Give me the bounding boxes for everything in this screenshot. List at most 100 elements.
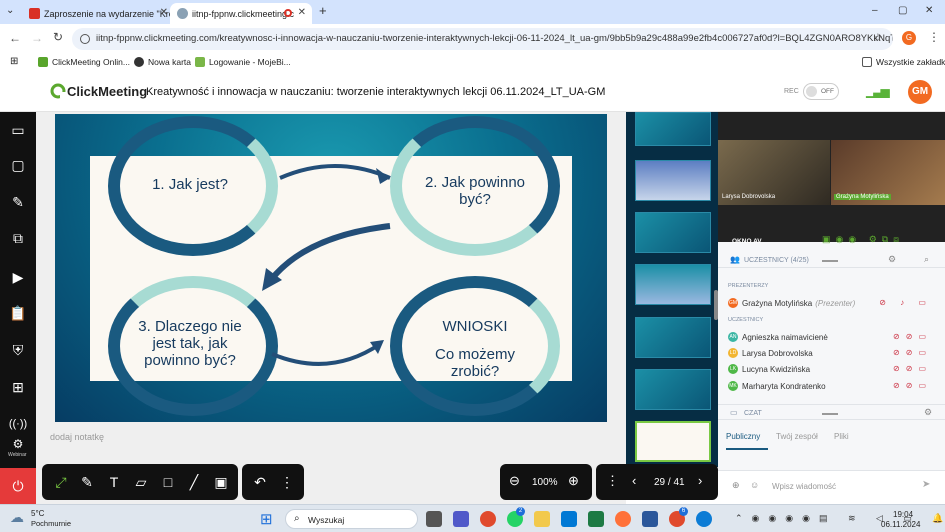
search-icon[interactable]: ⌕ bbox=[924, 254, 929, 265]
menu-icon[interactable]: ☰ bbox=[8, 85, 28, 105]
tab-files[interactable]: Pliki bbox=[834, 432, 849, 441]
excel-icon[interactable] bbox=[588, 511, 604, 527]
webinar-icon[interactable]: ⚙ bbox=[8, 434, 28, 454]
thumbnail[interactable] bbox=[635, 160, 711, 201]
participant-controls[interactable]: ⊘⊘▭ bbox=[893, 364, 932, 373]
zoom-out-icon[interactable]: ⊖ bbox=[509, 474, 520, 488]
firefox-icon[interactable] bbox=[615, 511, 631, 527]
chat-input[interactable]: Wpisz wiadomość bbox=[772, 482, 836, 491]
participant-row[interactable]: LD Larysa Dobrovolska ⊘⊘▭ bbox=[728, 346, 938, 360]
app-icon[interactable] bbox=[696, 511, 712, 527]
prev-page-icon[interactable]: ‹ bbox=[632, 474, 636, 488]
broadcast-icon[interactable]: ((·)) bbox=[8, 414, 28, 434]
teams-icon[interactable] bbox=[453, 511, 469, 527]
back-icon[interactable]: ← bbox=[9, 31, 21, 45]
thumbnail[interactable] bbox=[635, 112, 711, 146]
apps-icon[interactable]: ⊞ bbox=[8, 377, 28, 397]
pointer-icon[interactable]: ⤢ bbox=[52, 473, 70, 491]
zoom-in-icon[interactable]: ⊕ bbox=[568, 474, 579, 488]
settings-icon[interactable]: ⚙ bbox=[888, 254, 896, 265]
rectangle-icon[interactable]: □ bbox=[159, 473, 177, 491]
collapse-handle[interactable] bbox=[822, 413, 838, 415]
word-icon[interactable] bbox=[642, 511, 658, 527]
thumbnail[interactable] bbox=[635, 212, 711, 253]
text-icon[interactable]: T bbox=[105, 473, 123, 491]
video-tile[interactable]: Grażyna Motylińska bbox=[831, 140, 945, 205]
clock-time: 19:04 bbox=[893, 510, 914, 519]
line-icon[interactable]: ╱ bbox=[185, 473, 203, 491]
new-tab-button[interactable]: + bbox=[319, 3, 327, 18]
bookmark-clickmeeting[interactable]: ClickMeeting Onlin... bbox=[38, 57, 130, 67]
apps-grid-icon[interactable]: ⊞ bbox=[10, 56, 18, 67]
sticky-note-icon[interactable]: ▱ bbox=[132, 473, 150, 491]
tab-clickmeeting[interactable]: iitnp-fppnw.clickmeeting.c ✕ bbox=[170, 3, 312, 24]
notifications-icon[interactable]: 🔔 bbox=[932, 513, 943, 524]
send-icon[interactable]: ➤ bbox=[922, 479, 930, 490]
emoji-icon[interactable]: ☺ bbox=[750, 480, 759, 490]
site-info-icon[interactable] bbox=[80, 34, 90, 44]
participant-row[interactable]: LK Lucyna Kwidzińska ⊘⊘▭ bbox=[728, 362, 938, 376]
participant-controls[interactable]: ⊘⊘▭ bbox=[893, 348, 932, 357]
task-view-icon[interactable] bbox=[426, 511, 442, 527]
presenter-controls[interactable]: ⊘ ♪ ▭ bbox=[879, 298, 932, 307]
browser-menu-icon[interactable]: ⋮ bbox=[928, 30, 940, 44]
url-input[interactable]: iitnp-fppnw.clickmeeting.com/kreatywnosc… bbox=[72, 28, 893, 50]
add-icon[interactable]: ⊕ bbox=[732, 480, 740, 491]
video-icon[interactable]: ▶ bbox=[8, 267, 28, 287]
folder-icon[interactable]: ▢ bbox=[8, 155, 28, 175]
chat-header[interactable]: ▭ CZAT ⚙ bbox=[718, 404, 945, 420]
reload-icon[interactable]: ↻ bbox=[53, 30, 63, 44]
thumbnail[interactable] bbox=[635, 264, 711, 305]
close-window-button[interactable]: ✕ bbox=[925, 5, 933, 16]
notes-input[interactable]: dodaj notatkę bbox=[50, 432, 104, 442]
participant-row[interactable]: AN Agnieszka naimavicienė ⊘⊘▭ bbox=[728, 330, 938, 344]
windows-start-icon[interactable]: ⊞ bbox=[260, 510, 273, 528]
participant-controls[interactable]: ⊘⊘▭ bbox=[893, 381, 932, 390]
taskbar-search[interactable]: ⌕ Wyszukaj bbox=[285, 509, 418, 529]
participants-header[interactable]: 👥 UCZESTNICY (4/25) ⚙ ⌕ bbox=[718, 252, 945, 268]
screen-share-icon[interactable]: ⧉ bbox=[8, 228, 28, 248]
close-tab-icon[interactable]: ✕ bbox=[298, 7, 306, 18]
chrome-icon[interactable] bbox=[480, 511, 496, 527]
undo-icon[interactable]: ↶ bbox=[251, 473, 269, 491]
settings-icon[interactable]: ⚙ bbox=[924, 407, 932, 418]
mail-icon[interactable] bbox=[561, 511, 577, 527]
edit-icon[interactable]: ✎ bbox=[8, 192, 28, 212]
exit-button[interactable]: ⏻ bbox=[0, 468, 36, 504]
tab-invitation[interactable]: Zaproszenie na wydarzenie "Kre ✕ bbox=[22, 3, 174, 24]
thumbnail-active[interactable] bbox=[635, 421, 711, 462]
presenter-row[interactable]: GM Grażyna Motylińska (Prezenter) ⊘ ♪ ▭ bbox=[728, 296, 938, 310]
participant-controls[interactable]: ⊘⊘▭ bbox=[893, 332, 932, 341]
bookmark-mojebi[interactable]: Logowanie - MojeBi... bbox=[195, 57, 291, 67]
bookmark-new-tab[interactable]: Nowa karta bbox=[134, 57, 191, 67]
next-page-icon[interactable]: › bbox=[698, 474, 702, 488]
image-icon[interactable]: ▣ bbox=[212, 473, 230, 491]
video-tile[interactable]: Larysa Dobrovolska bbox=[718, 140, 830, 205]
av-controls[interactable]: ▣◉◉ ⚙⧉⧈ bbox=[822, 234, 904, 245]
minimize-button[interactable]: – bbox=[872, 5, 878, 16]
file-explorer-icon[interactable] bbox=[534, 511, 550, 527]
participant-row[interactable]: MK Marharyta Kondratenko ⊘⊘▭ bbox=[728, 379, 938, 393]
more-icon[interactable]: ⋮ bbox=[606, 474, 619, 488]
close-tab-icon[interactable]: ✕ bbox=[160, 7, 168, 18]
all-bookmarks[interactable]: Wszystkie zakładki bbox=[862, 57, 945, 67]
tab-public[interactable]: Publiczny bbox=[726, 432, 760, 441]
forward-icon[interactable]: → bbox=[31, 31, 43, 45]
thumbnail[interactable] bbox=[635, 317, 711, 358]
rec-toggle[interactable]: OFF bbox=[803, 83, 839, 100]
bookmark-star-icon[interactable]: ☆ bbox=[873, 31, 883, 44]
tab-team[interactable]: Twój zespół bbox=[776, 432, 818, 441]
clipboard-icon[interactable]: 📋 bbox=[8, 303, 28, 323]
weather-icon[interactable]: ☁ bbox=[10, 509, 24, 526]
shield-icon[interactable]: ⛨ bbox=[8, 340, 28, 360]
maximize-button[interactable]: ▢ bbox=[898, 5, 907, 16]
pen-icon[interactable]: ✎ bbox=[78, 473, 96, 491]
user-avatar[interactable]: GM bbox=[908, 80, 932, 104]
tab-search-icon[interactable]: ⌄ bbox=[6, 5, 14, 16]
camera-icon[interactable]: ▭ bbox=[8, 120, 28, 140]
thumbnail[interactable] bbox=[635, 369, 711, 410]
more-icon[interactable]: ⋮ bbox=[278, 473, 296, 491]
profile-avatar[interactable]: G bbox=[902, 31, 916, 45]
slide-canvas[interactable]: 1. Jak jest? 2. Jak powinno być? 3. Dlac… bbox=[55, 114, 607, 422]
collapse-handle[interactable] bbox=[822, 260, 838, 262]
